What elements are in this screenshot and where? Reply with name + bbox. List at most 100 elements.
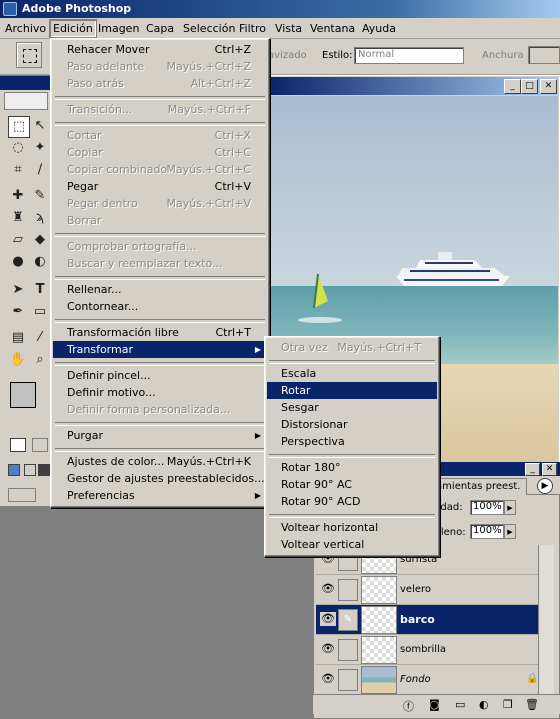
eye-icon[interactable]: 👁 <box>320 642 336 656</box>
menu-item-perspectiva[interactable]: Perspectiva <box>267 433 437 450</box>
eye-icon[interactable]: 👁 <box>320 672 336 686</box>
menu-item-voltear-horizontal[interactable]: Voltear horizontal <box>267 519 437 536</box>
eraser-tool-icon[interactable]: ▱ <box>8 230 28 250</box>
quickmask-mode-icon[interactable] <box>32 438 48 452</box>
menu-edicion[interactable]: Edición <box>49 19 97 38</box>
notes-tool-icon[interactable]: ▤ <box>8 328 28 348</box>
palette-close-button[interactable]: ✕ <box>542 463 557 476</box>
layer-style-icon[interactable]: ⓕ <box>403 698 414 714</box>
pen-tool-icon[interactable]: ✒ <box>8 302 28 322</box>
menu-item-rotar[interactable]: Rotar <box>267 382 437 399</box>
menu-ayuda[interactable]: Ayuda <box>359 21 399 36</box>
menu-item-sesgar[interactable]: Sesgar <box>267 399 437 416</box>
menu-item-label: Purgar <box>67 429 103 442</box>
opacity-input[interactable]: 100% <box>470 500 504 515</box>
fill-dropdown-arrow-icon[interactable]: ▶ <box>504 524 516 539</box>
trash-icon[interactable]: 🗑 <box>525 698 539 711</box>
minimize-button[interactable]: _ <box>504 79 521 94</box>
menu-item-definir-motivo[interactable]: Definir motivo... <box>53 384 267 401</box>
brush-tool-icon[interactable]: ✎ <box>30 186 50 206</box>
clone-stamp-icon[interactable]: ♜ <box>8 208 28 228</box>
screen-mode-full-menu-icon[interactable] <box>24 464 36 476</box>
standard-mode-icon[interactable] <box>10 438 26 452</box>
zoom-tool-icon[interactable]: ⌕ <box>30 350 50 370</box>
menu-item-label: Perspectiva <box>281 435 345 448</box>
type-tool-icon[interactable]: T <box>30 280 50 300</box>
path-selection-icon[interactable]: ➤ <box>8 280 28 300</box>
screen-mode-standard-icon[interactable] <box>8 464 20 476</box>
menu-item-pegar[interactable]: Pegar Ctrl+V <box>53 178 267 195</box>
anchura-field[interactable] <box>528 46 560 64</box>
shape-tool-icon[interactable]: ▭ <box>30 302 50 322</box>
menu-item-purgar[interactable]: Purgar ▶ <box>53 427 267 444</box>
estilo-select[interactable]: Normal <box>354 47 464 64</box>
adjustment-layer-icon[interactable]: ◐ <box>479 698 489 711</box>
menu-item-distorsionar[interactable]: Distorsionar <box>267 416 437 433</box>
hand-tool-icon[interactable]: ✋ <box>8 350 28 370</box>
layer-row-fondo[interactable]: 👁 Fondo 🔒 <box>316 665 538 695</box>
move-tool-icon[interactable]: ↖ <box>30 116 50 136</box>
dodge-tool-icon[interactable]: ◐ <box>30 252 50 272</box>
adobe-online-icon[interactable] <box>4 92 48 110</box>
layer-link-cell[interactable] <box>338 669 358 691</box>
menu-item-contornear[interactable]: Contornear... <box>53 298 267 315</box>
menu-item-transformar[interactable]: Transformar ▶ <box>53 341 267 358</box>
menu-seleccion[interactable]: Selección <box>180 21 238 36</box>
menu-item-ajustes-de-color[interactable]: Ajustes de color... Mayús.+Ctrl+K <box>53 453 267 470</box>
menu-item-rotar-180[interactable]: Rotar 180° <box>267 459 437 476</box>
eye-icon[interactable]: 👁 <box>320 612 336 626</box>
layer-row-velero[interactable]: 👁 velero <box>316 575 538 605</box>
palette-menu-arrow-icon[interactable]: ▶ <box>537 478 553 494</box>
lasso-tool-icon[interactable]: ◌ <box>8 138 28 158</box>
magic-wand-icon[interactable]: ✦ <box>30 138 50 158</box>
menu-item-gestor-de-ajustes-preestablecidos[interactable]: Gestor de ajustes preestablecidos... <box>53 470 267 487</box>
menu-item-transformacion-libre[interactable]: Transformación libre Ctrl+T <box>53 324 267 341</box>
fill-input[interactable]: 100% <box>470 524 504 539</box>
menu-item-voltear-vertical[interactable]: Voltear vertical <box>267 536 437 553</box>
menu-item-definir-pincel[interactable]: Definir pincel... <box>53 367 267 384</box>
menu-vista[interactable]: Vista <box>272 21 305 36</box>
menu-imagen[interactable]: Imagen <box>95 21 142 36</box>
menu-item-label: Cortar <box>67 129 102 142</box>
marquee-tool-icon[interactable]: ⬚ <box>8 116 30 138</box>
menu-item-rellenar[interactable]: Rellenar... <box>53 281 267 298</box>
menu-filtro[interactable]: Filtro <box>236 21 269 36</box>
screen-mode-full-icon[interactable] <box>38 464 50 476</box>
maximize-button[interactable]: □ <box>521 79 538 94</box>
history-brush-icon[interactable]: ϡ <box>30 208 50 228</box>
layers-scrollbar[interactable] <box>538 545 554 695</box>
blur-tool-icon[interactable]: ● <box>8 252 28 272</box>
slice-tool-icon[interactable]: ∕ <box>30 160 50 180</box>
layer-row-barco[interactable]: 👁 ✎ barco <box>316 605 538 635</box>
menu-item-rehacer-mover[interactable]: Rehacer Mover Ctrl+Z <box>53 41 267 58</box>
palette-minimize-button[interactable]: _ <box>525 463 540 476</box>
menu-ventana[interactable]: Ventana <box>307 21 358 36</box>
eyedropper-icon[interactable]: ⁄ <box>30 328 50 348</box>
new-set-icon[interactable]: ▭ <box>455 698 465 711</box>
beach-photo-canvas[interactable] <box>270 96 558 364</box>
menu-item-rotar-90-acd[interactable]: Rotar 90° ACD <box>267 493 437 510</box>
crop-tool-icon[interactable]: ⌗ <box>8 160 28 180</box>
eye-icon[interactable]: 👁 <box>320 582 336 596</box>
layer-row-sombrilla[interactable]: 👁 sombrilla <box>316 635 538 665</box>
menu-item-rotar-90-ac[interactable]: Rotar 90° AC <box>267 476 437 493</box>
marquee-tool-preset-button[interactable] <box>16 42 42 68</box>
menu-archivo[interactable]: Archivo <box>2 21 49 36</box>
menu-shortcut: Mayús.+Ctrl+V <box>166 197 251 210</box>
foreground-color-swatch[interactable] <box>10 382 36 408</box>
menu-item-preferencias[interactable]: Preferencias ▶ <box>53 487 267 504</box>
healing-brush-icon[interactable]: ✚ <box>8 186 28 206</box>
close-button[interactable]: ✕ <box>540 79 557 94</box>
paintbrush-icon[interactable]: ✎ <box>338 609 358 631</box>
paint-bucket-icon[interactable]: ◆ <box>30 230 50 250</box>
layer-link-cell[interactable] <box>338 579 358 601</box>
jump-to-imageready-icon[interactable] <box>8 488 36 502</box>
menu-item-copiar-combinado: Copiar combinado Mayús.+Ctrl+C <box>53 161 267 178</box>
menu-item-escala[interactable]: Escala <box>267 365 437 382</box>
menu-item-label: Contornear... <box>67 300 139 313</box>
layer-mask-icon[interactable]: ◙ <box>429 698 440 711</box>
menu-capa[interactable]: Capa <box>143 21 177 36</box>
opacity-dropdown-arrow-icon[interactable]: ▶ <box>504 500 516 515</box>
layer-link-cell[interactable] <box>338 639 358 661</box>
new-layer-icon[interactable]: ❐ <box>503 698 513 711</box>
